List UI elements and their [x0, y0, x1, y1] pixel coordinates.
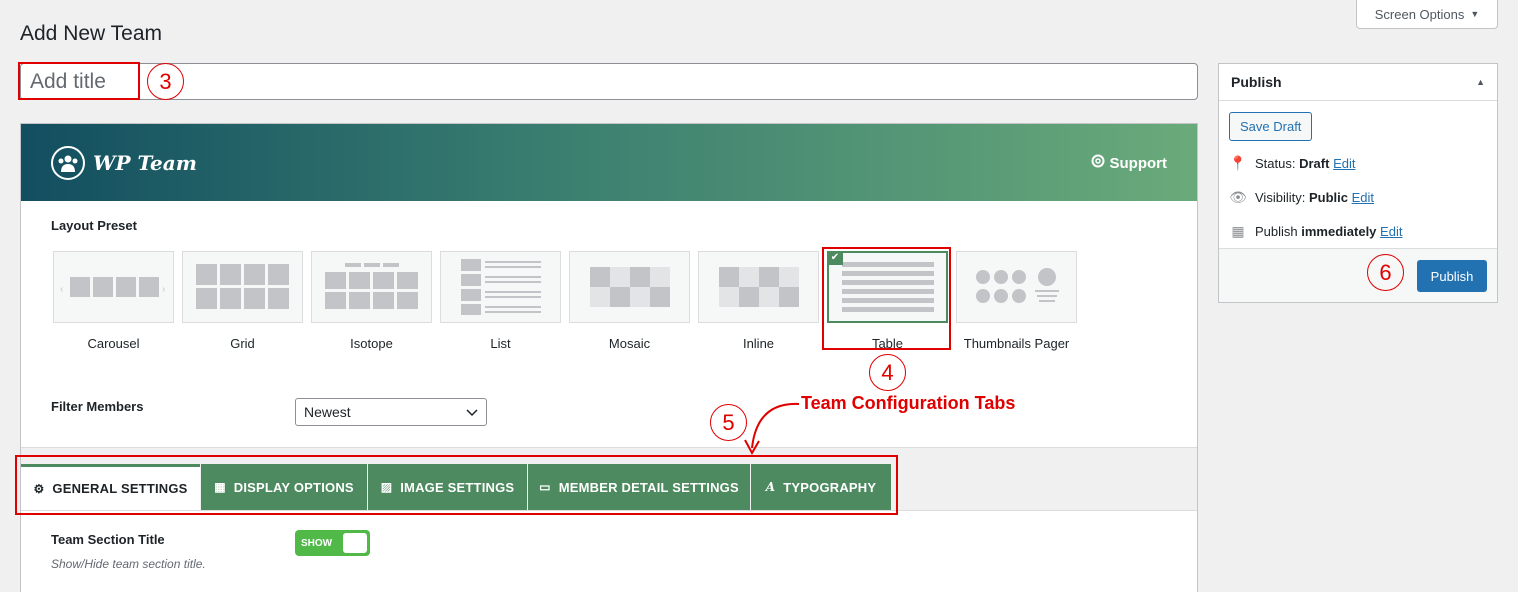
annotation-3: 3	[147, 63, 184, 100]
save-draft-button[interactable]: Save Draft	[1229, 112, 1313, 141]
caret-down-icon: ▼	[1470, 9, 1480, 19]
preset-mosaic[interactable]: Mosaic	[569, 251, 690, 351]
brand-name: WP Team	[93, 151, 197, 175]
preset-label: List	[490, 336, 511, 351]
preset-thumbnails-pager[interactable]: Thumbnails Pager	[956, 251, 1077, 351]
status-value: Draft	[1299, 156, 1330, 171]
publish-label: Publish	[1255, 224, 1298, 239]
preset-label: Thumbnails Pager	[963, 336, 1070, 351]
grid-thumb-icon	[182, 251, 303, 323]
publish-value: immediately	[1301, 224, 1377, 239]
annotation-4: 4	[869, 354, 906, 391]
title-input[interactable]	[20, 63, 1198, 100]
publish-header[interactable]: Publish ▲	[1219, 64, 1497, 101]
preset-isotope[interactable]: Isotope	[311, 251, 432, 351]
post-status: 📍 Status: Draft Edit	[1229, 155, 1355, 172]
annotation-box-tabs	[15, 455, 898, 515]
preset-label: Isotope	[350, 336, 393, 351]
annotation-box-title	[18, 62, 140, 100]
preset-label: Inline	[742, 336, 775, 351]
section-title-hint: Show/Hide team section title.	[51, 557, 206, 571]
preset-list[interactable]: List	[440, 251, 561, 351]
post-schedule: ▦ Publish immediately Edit	[1229, 223, 1402, 240]
annotation-6: 6	[1367, 254, 1404, 291]
thumbnails-pager-thumb-icon	[956, 251, 1077, 323]
list-thumb-icon	[440, 251, 561, 323]
calendar-icon: ▦	[1231, 223, 1245, 239]
support-link[interactable]: Support	[1091, 154, 1168, 172]
layout-preset-label: Layout Preset	[51, 218, 137, 233]
visibility-value: Public	[1308, 190, 1348, 205]
preset-label: Carousel	[87, 336, 140, 351]
section-title-toggle[interactable]: SHOW	[295, 530, 370, 556]
preset-inline[interactable]: Inline	[698, 251, 819, 351]
annotation-arrow-icon	[744, 402, 800, 456]
edit-visibility-link[interactable]: Edit	[1352, 190, 1374, 205]
chevron-down-icon	[466, 404, 478, 420]
eye-icon: 👁	[1229, 189, 1247, 205]
edit-schedule-link[interactable]: Edit	[1380, 224, 1402, 239]
filter-members-label: Filter Members	[51, 399, 144, 414]
team-section-title-label: Team Section Title	[51, 532, 165, 547]
screen-options-button[interactable]: Screen Options ▼	[1356, 0, 1498, 29]
lifebuoy-icon	[1091, 154, 1105, 172]
annotation-box-table	[822, 247, 951, 350]
team-logo-icon	[51, 146, 85, 180]
wp-team-metabox: WP Team Support Layout Preset ‹ › Carouse…	[20, 123, 1198, 592]
svg-text:‹: ‹	[60, 284, 63, 295]
status-label: Status:	[1255, 156, 1296, 171]
mosaic-thumb-icon	[569, 251, 690, 323]
edit-status-link[interactable]: Edit	[1333, 156, 1355, 171]
post-visibility: 👁 Visibility: Public Edit	[1229, 189, 1374, 206]
preset-label: Mosaic	[608, 336, 651, 351]
screen-options-label: Screen Options	[1374, 6, 1465, 22]
publish-button[interactable]: Publish	[1417, 260, 1487, 292]
pin-icon: 📍	[1229, 155, 1247, 171]
brand: WP Team	[51, 146, 197, 180]
page-title: Add New Team	[20, 22, 163, 45]
visibility-label: Visibility:	[1255, 190, 1306, 205]
inline-thumb-icon	[698, 251, 819, 323]
preset-label: Grid	[230, 336, 255, 351]
carousel-thumb-icon: ‹ ›	[53, 251, 174, 323]
publish-metabox: Publish ▲ Save Draft 📍 Status: Draft Edi…	[1218, 63, 1498, 303]
toggle-label: SHOW	[301, 537, 333, 549]
preset-carousel[interactable]: ‹ › Carousel	[53, 251, 174, 351]
support-label: Support	[1109, 154, 1168, 172]
publish-heading: Publish	[1231, 74, 1282, 90]
annotation-team-configuration-tabs: Team Configuration Tabs	[801, 393, 1016, 413]
isotope-thumb-icon	[311, 251, 432, 323]
toggle-knob	[343, 533, 367, 553]
svg-text:›: ›	[162, 284, 165, 295]
filter-members-value: Newest	[304, 404, 351, 420]
caret-up-icon[interactable]: ▲	[1476, 77, 1485, 87]
preset-grid[interactable]: Grid	[182, 251, 303, 351]
publish-actions: Publish	[1219, 248, 1497, 302]
banner: WP Team Support	[21, 124, 1197, 201]
filter-members-select[interactable]: Newest	[295, 398, 487, 426]
